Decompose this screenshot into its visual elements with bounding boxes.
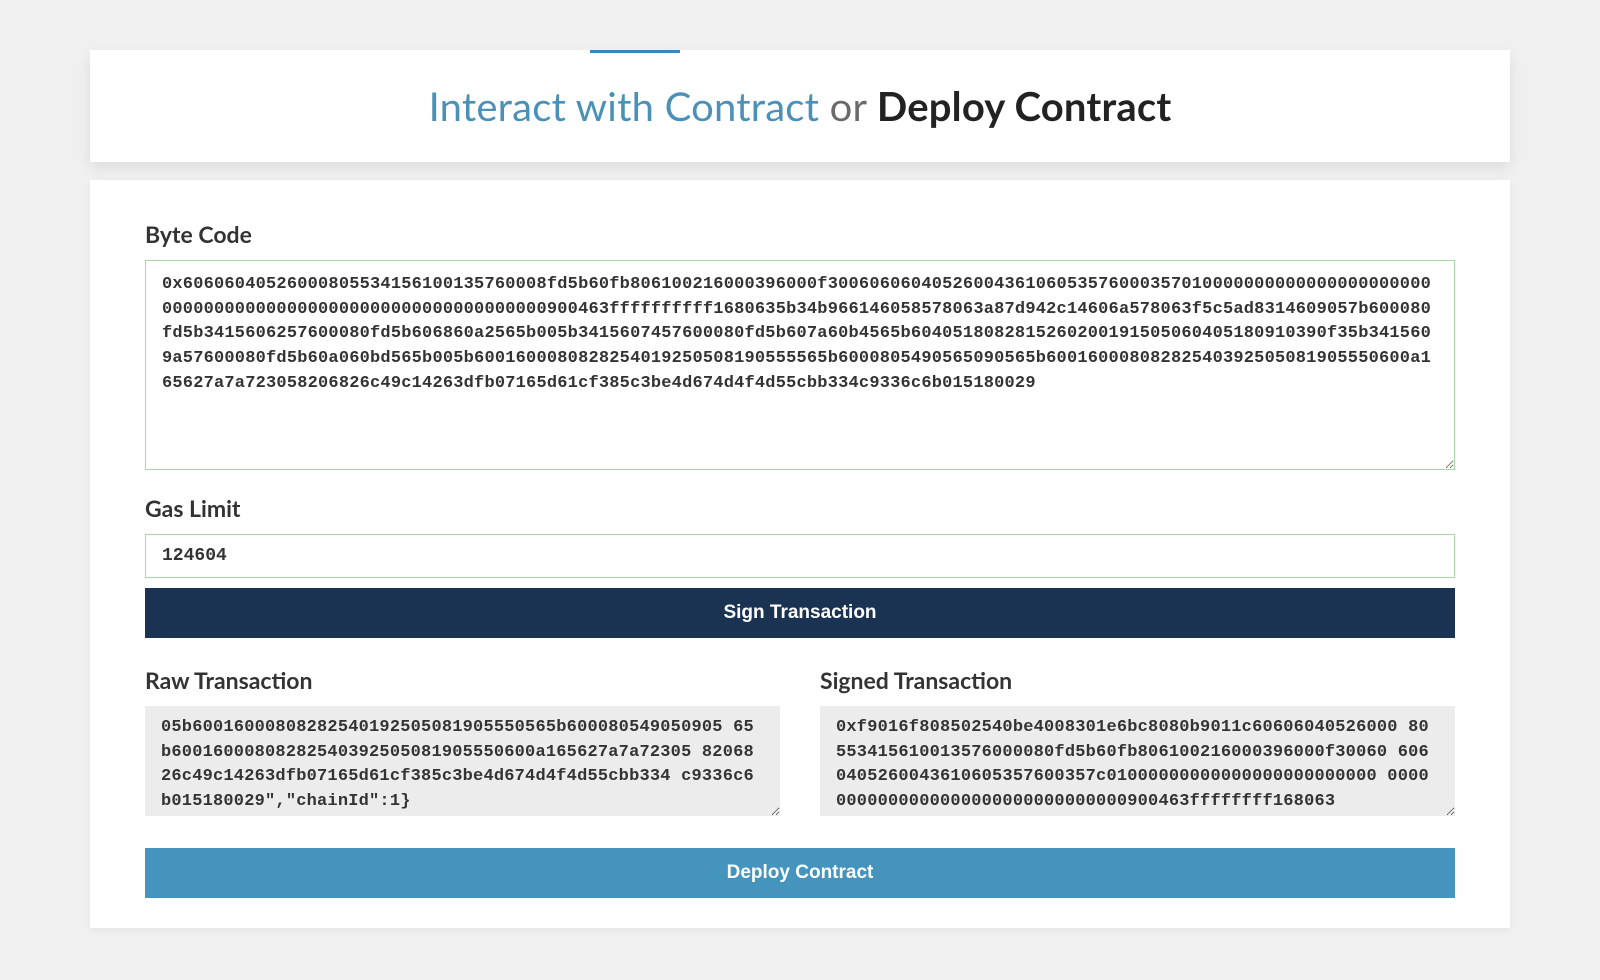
- gas-limit-input[interactable]: [145, 534, 1455, 578]
- raw-transaction-label: Raw Transaction: [145, 666, 780, 694]
- active-tab-indicator: [590, 50, 680, 53]
- signed-transaction-label: Signed Transaction: [820, 666, 1455, 694]
- page-title: Interact with Contract or Deploy Contrac…: [130, 82, 1470, 130]
- page-header-card: Interact with Contract or Deploy Contrac…: [90, 50, 1510, 162]
- sign-transaction-button[interactable]: Sign Transaction: [145, 588, 1455, 638]
- form-card: Byte Code 0x6060604052600080553415610013…: [90, 180, 1510, 928]
- bytecode-label: Byte Code: [145, 220, 1455, 248]
- title-separator: or: [830, 82, 867, 130]
- raw-transaction-output[interactable]: 05b60016000808282540192505081905550565b6…: [145, 706, 780, 816]
- gas-limit-label: Gas Limit: [145, 494, 1455, 522]
- tab-deploy-active[interactable]: Deploy Contract: [877, 82, 1172, 130]
- bytecode-input[interactable]: 0x60606040526000805534156100135760008fd5…: [145, 260, 1455, 470]
- deploy-contract-button[interactable]: Deploy Contract: [145, 848, 1455, 898]
- tab-interact-link[interactable]: Interact with Contract: [429, 82, 820, 130]
- signed-transaction-output[interactable]: 0xf9016f808502540be4008301e6bc8080b9011c…: [820, 706, 1455, 816]
